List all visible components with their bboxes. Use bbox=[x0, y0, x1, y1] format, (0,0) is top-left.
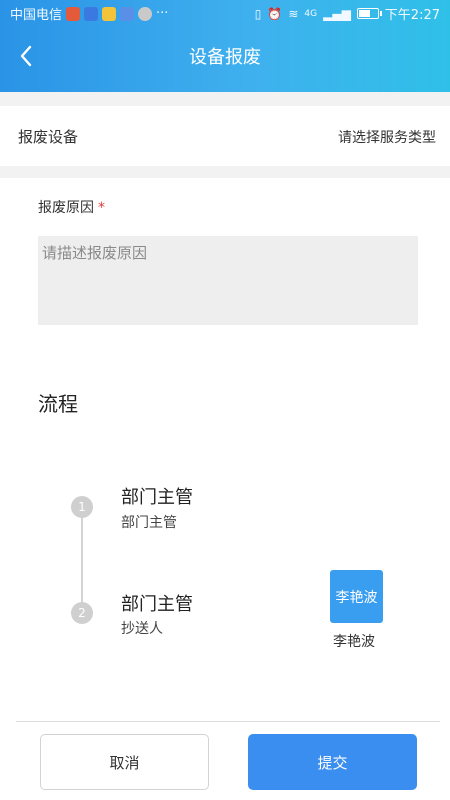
step-number-2: 2 bbox=[71, 602, 93, 624]
step-2-role: 抄送人 bbox=[121, 621, 163, 637]
app-notification-icon bbox=[66, 6, 81, 21]
browser-notification-icon bbox=[84, 6, 99, 21]
step-1-role: 部门主管 bbox=[121, 515, 177, 531]
service-type-selector[interactable]: 请选择服务类型 bbox=[338, 127, 436, 147]
step-1-name: 部门主管 bbox=[121, 487, 193, 508]
signal-icon: ▂▄▆ bbox=[323, 6, 351, 21]
status-right: ▯ ⏰ ≋ 4G ▂▄▆ 下午2:27 bbox=[254, 4, 440, 24]
network-app-icon bbox=[120, 6, 135, 21]
device-label: 报废设备 bbox=[18, 128, 79, 146]
assignee-name: 李艳波 bbox=[333, 634, 375, 650]
flow-title: 流程 bbox=[38, 392, 78, 416]
step-number-1: 1 bbox=[71, 496, 93, 518]
step-2-name: 部门主管 bbox=[121, 594, 193, 615]
more-notifications: ··· bbox=[156, 6, 169, 21]
section-divider bbox=[0, 92, 450, 106]
required-mark: * bbox=[98, 200, 105, 216]
reason-input[interactable] bbox=[38, 236, 418, 325]
alarm-icon: ⏰ bbox=[267, 6, 283, 21]
page-title: 设备报废 bbox=[189, 47, 261, 68]
title-bar: 设备报废 bbox=[0, 26, 450, 92]
network-type: 4G bbox=[304, 8, 318, 19]
submit-button[interactable]: 提交 bbox=[248, 734, 417, 790]
clock: 下午2:27 bbox=[384, 8, 440, 23]
bottom-divider bbox=[16, 721, 440, 722]
battery-icon bbox=[356, 8, 382, 19]
section-divider bbox=[0, 166, 450, 178]
reason-label-text: 报废原因 bbox=[38, 200, 94, 216]
app-header: 中国电信 ··· ▯ ⏰ ≋ 4G ▂▄▆ 下午2:27 设备报废 bbox=[0, 0, 450, 92]
reason-label: 报废原因 * bbox=[38, 197, 105, 217]
status-left: 中国电信 ··· bbox=[10, 4, 168, 23]
message-notification-icon bbox=[102, 6, 117, 21]
cancel-button[interactable]: 取消 bbox=[40, 734, 209, 790]
device-selector-row[interactable]: 报废设备 请选择服务类型 bbox=[0, 106, 450, 166]
wifi-icon: ≋ bbox=[288, 6, 299, 21]
flow-connector-line bbox=[81, 507, 83, 613]
status-bar: 中国电信 ··· ▯ ⏰ ≋ 4G ▂▄▆ 下午2:27 bbox=[0, 0, 450, 26]
chat-notification-icon bbox=[138, 6, 153, 21]
assignee-avatar[interactable]: 李艳波 bbox=[330, 570, 383, 623]
vibrate-icon: ▯ bbox=[254, 6, 262, 21]
carrier-name: 中国电信 bbox=[10, 8, 63, 23]
